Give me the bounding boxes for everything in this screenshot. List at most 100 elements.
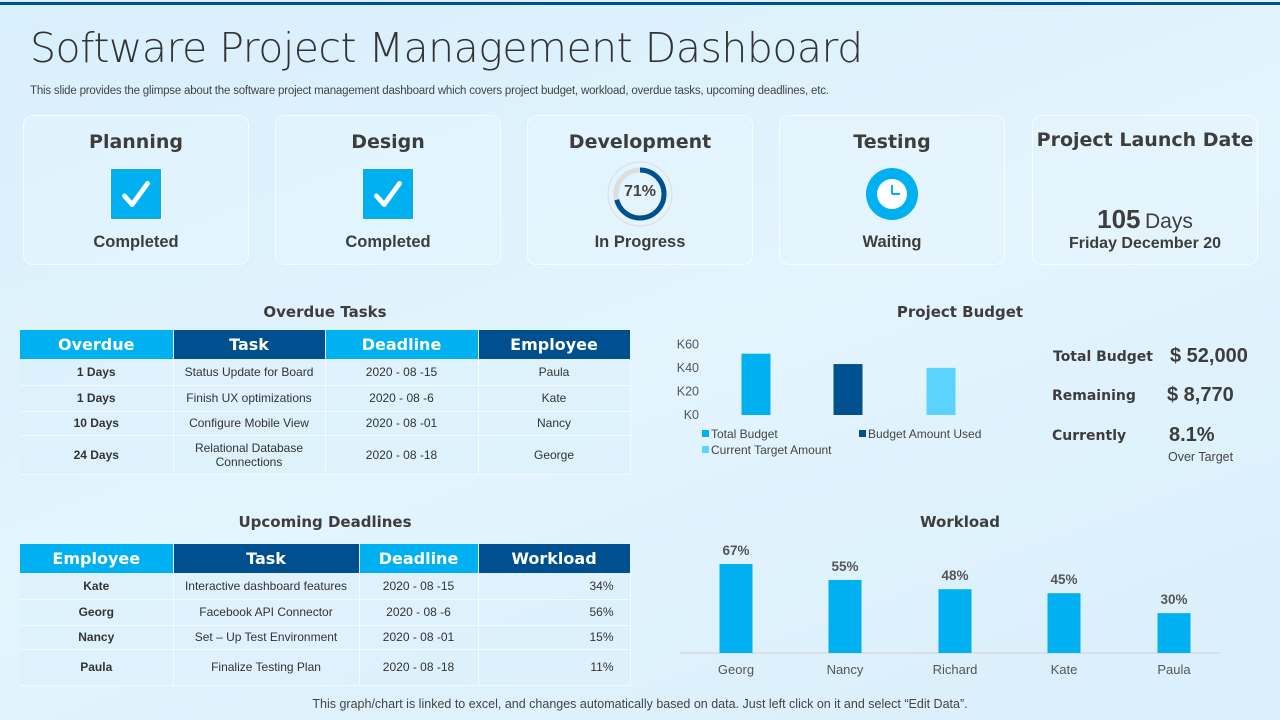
table-row: 1 Days Status Update for Board 2020 - 08… xyxy=(20,359,631,386)
task-cell: Configure Mobile View xyxy=(173,411,326,436)
budget-bar[interactable] xyxy=(833,364,863,415)
table-row: Georg Facebook API Connector 2020 - 08 -… xyxy=(20,599,631,626)
task-cell: Set – Up Test Environment xyxy=(173,625,360,650)
workload-cell: 56% xyxy=(478,599,631,626)
overdue-cell: 1 Days xyxy=(20,359,174,386)
stage-card-planning: Planning Completed xyxy=(23,115,249,265)
task-cell: Interactive dashboard features xyxy=(173,573,360,600)
task-cell: Finalize Testing Plan xyxy=(173,649,360,686)
clock-icon xyxy=(866,168,918,220)
y-tick-label: K20 xyxy=(677,384,699,398)
deadline-cell: 2020 - 08 -15 xyxy=(359,573,479,600)
footer-note: This graph/chart is linked to excel, and… xyxy=(312,697,968,711)
deadline-cell: 2020 - 08 -18 xyxy=(325,435,479,475)
budget-chart[interactable]: K0 K20 K40 K60 Total Budget Budget Amount Use… xyxy=(660,330,1020,470)
x-tick-label: Richard xyxy=(933,662,978,677)
days-number: 105 xyxy=(1097,204,1141,234)
workload-bar[interactable] xyxy=(1157,613,1191,653)
launch-date-card: Project Launch Date 105 Days Friday Dece… xyxy=(1032,115,1258,265)
stage-status: Completed xyxy=(93,233,179,251)
upcoming-deadlines-table: Employee Task Deadline Workload Kate Int… xyxy=(20,544,631,686)
legend-swatch xyxy=(702,430,709,437)
stage-title: Testing xyxy=(853,131,931,153)
data-label: 55% xyxy=(831,559,858,574)
workload-cell: 11% xyxy=(478,649,631,686)
table-row: Kate Interactive dashboard features 2020… xyxy=(20,573,631,600)
progress-donut: 71% xyxy=(607,161,673,227)
overdue-tasks-table: Overdue Task Deadline Employee 1 Days St… xyxy=(20,330,631,475)
page-title: Software Project Management Dashboard xyxy=(30,24,863,72)
deadline-cell: 2020 - 08 -01 xyxy=(359,625,479,650)
column-header: Deadline xyxy=(359,544,479,573)
currently-value: 8.1% xyxy=(1169,424,1215,446)
checkmark-icon xyxy=(362,168,414,220)
deadline-cell: 2020 - 08 -6 xyxy=(325,385,479,412)
column-header: Deadline xyxy=(325,330,479,359)
progress-label: 71% xyxy=(623,183,657,200)
x-tick-label: Georg xyxy=(718,662,754,677)
budget-bar[interactable] xyxy=(741,353,771,415)
table-header-row: Overdue Task Deadline Employee xyxy=(20,330,631,359)
workload-chart-title: Workload xyxy=(920,513,1000,531)
data-label: 67% xyxy=(722,543,749,558)
overdue-tasks-title: Overdue Tasks xyxy=(263,303,387,321)
legend-label: Total Budget xyxy=(711,427,778,441)
employee-cell: Kate xyxy=(478,385,631,412)
column-header: Task xyxy=(173,330,326,359)
remaining-value: $ 8,770 xyxy=(1167,384,1234,406)
table-row: Paula Finalize Testing Plan 2020 - 08 -1… xyxy=(20,649,631,686)
stage-card-development: Development 71% In Progress xyxy=(527,115,753,265)
x-tick-label: Paula xyxy=(1157,662,1191,677)
employee-cell: Nancy xyxy=(20,625,174,650)
stage-status: Completed xyxy=(345,233,431,251)
stage-card-design: Design Completed xyxy=(275,115,501,265)
workload-bar[interactable] xyxy=(938,589,972,653)
column-header: Workload xyxy=(478,544,631,573)
task-cell: Status Update for Board xyxy=(173,359,326,386)
column-header: Employee xyxy=(478,330,631,359)
y-tick-label: K0 xyxy=(684,408,699,422)
data-label: 30% xyxy=(1160,592,1187,607)
workload-chart[interactable]: 67% Georg 55% Nancy 48% Richard 45% Kate 30% Paul… xyxy=(660,530,1220,690)
table-header-row: Employee Task Deadline Workload xyxy=(20,544,631,573)
budget-bar[interactable] xyxy=(926,367,956,415)
upcoming-deadlines-title: Upcoming Deadlines xyxy=(238,513,412,531)
task-cell: Finish UX optimizations xyxy=(173,385,326,412)
stage-title: Planning xyxy=(89,131,183,153)
task-cell: Facebook API Connector xyxy=(173,599,360,626)
employee-cell: Georg xyxy=(20,599,174,626)
overdue-cell: 10 Days xyxy=(20,411,174,436)
stage-card-testing: Testing Waiting xyxy=(779,115,1005,265)
page-subtitle: This slide provides the glimpse about th… xyxy=(30,85,829,97)
workload-bar[interactable] xyxy=(1047,593,1081,653)
launch-days-remaining: 105 Days xyxy=(1033,204,1257,235)
budget-chart-title: Project Budget xyxy=(896,303,1024,321)
total-budget-label: Total Budget xyxy=(1053,349,1153,365)
employee-cell: Paula xyxy=(20,649,174,686)
x-tick-label: Nancy xyxy=(827,662,864,677)
stage-title: Development xyxy=(568,131,712,153)
remaining-label: Remaining xyxy=(1052,388,1136,404)
employee-cell: Paula xyxy=(478,359,631,386)
data-label: 48% xyxy=(941,568,968,583)
launch-date: Friday December 20 xyxy=(1068,235,1222,252)
workload-bar[interactable] xyxy=(719,564,753,653)
stage-status: Waiting xyxy=(862,233,922,251)
y-tick-label: K40 xyxy=(677,361,699,375)
stage-status: In Progress xyxy=(594,233,686,251)
currently-note: Over Target xyxy=(1168,450,1234,464)
table-row: 10 Days Configure Mobile View 2020 - 08 … xyxy=(20,411,631,436)
table-row: 1 Days Finish UX optimizations 2020 - 08… xyxy=(20,385,631,412)
deadline-cell: 2020 - 08 -18 xyxy=(359,649,479,686)
table-row: Nancy Set – Up Test Environment 2020 - 0… xyxy=(20,625,631,650)
launch-title: Project Launch Date xyxy=(1036,129,1254,151)
overdue-cell: 24 Days xyxy=(20,435,174,475)
legend-label: Budget Amount Used xyxy=(868,427,981,441)
column-header: Overdue xyxy=(20,330,174,359)
y-tick-label: K60 xyxy=(677,337,699,351)
data-label: 45% xyxy=(1050,572,1077,587)
employee-cell: Nancy xyxy=(478,411,631,436)
workload-bar[interactable] xyxy=(828,579,862,653)
table-row: 24 Days Relational Database Connections … xyxy=(20,435,631,475)
deadline-cell: 2020 - 08 -15 xyxy=(325,359,479,386)
